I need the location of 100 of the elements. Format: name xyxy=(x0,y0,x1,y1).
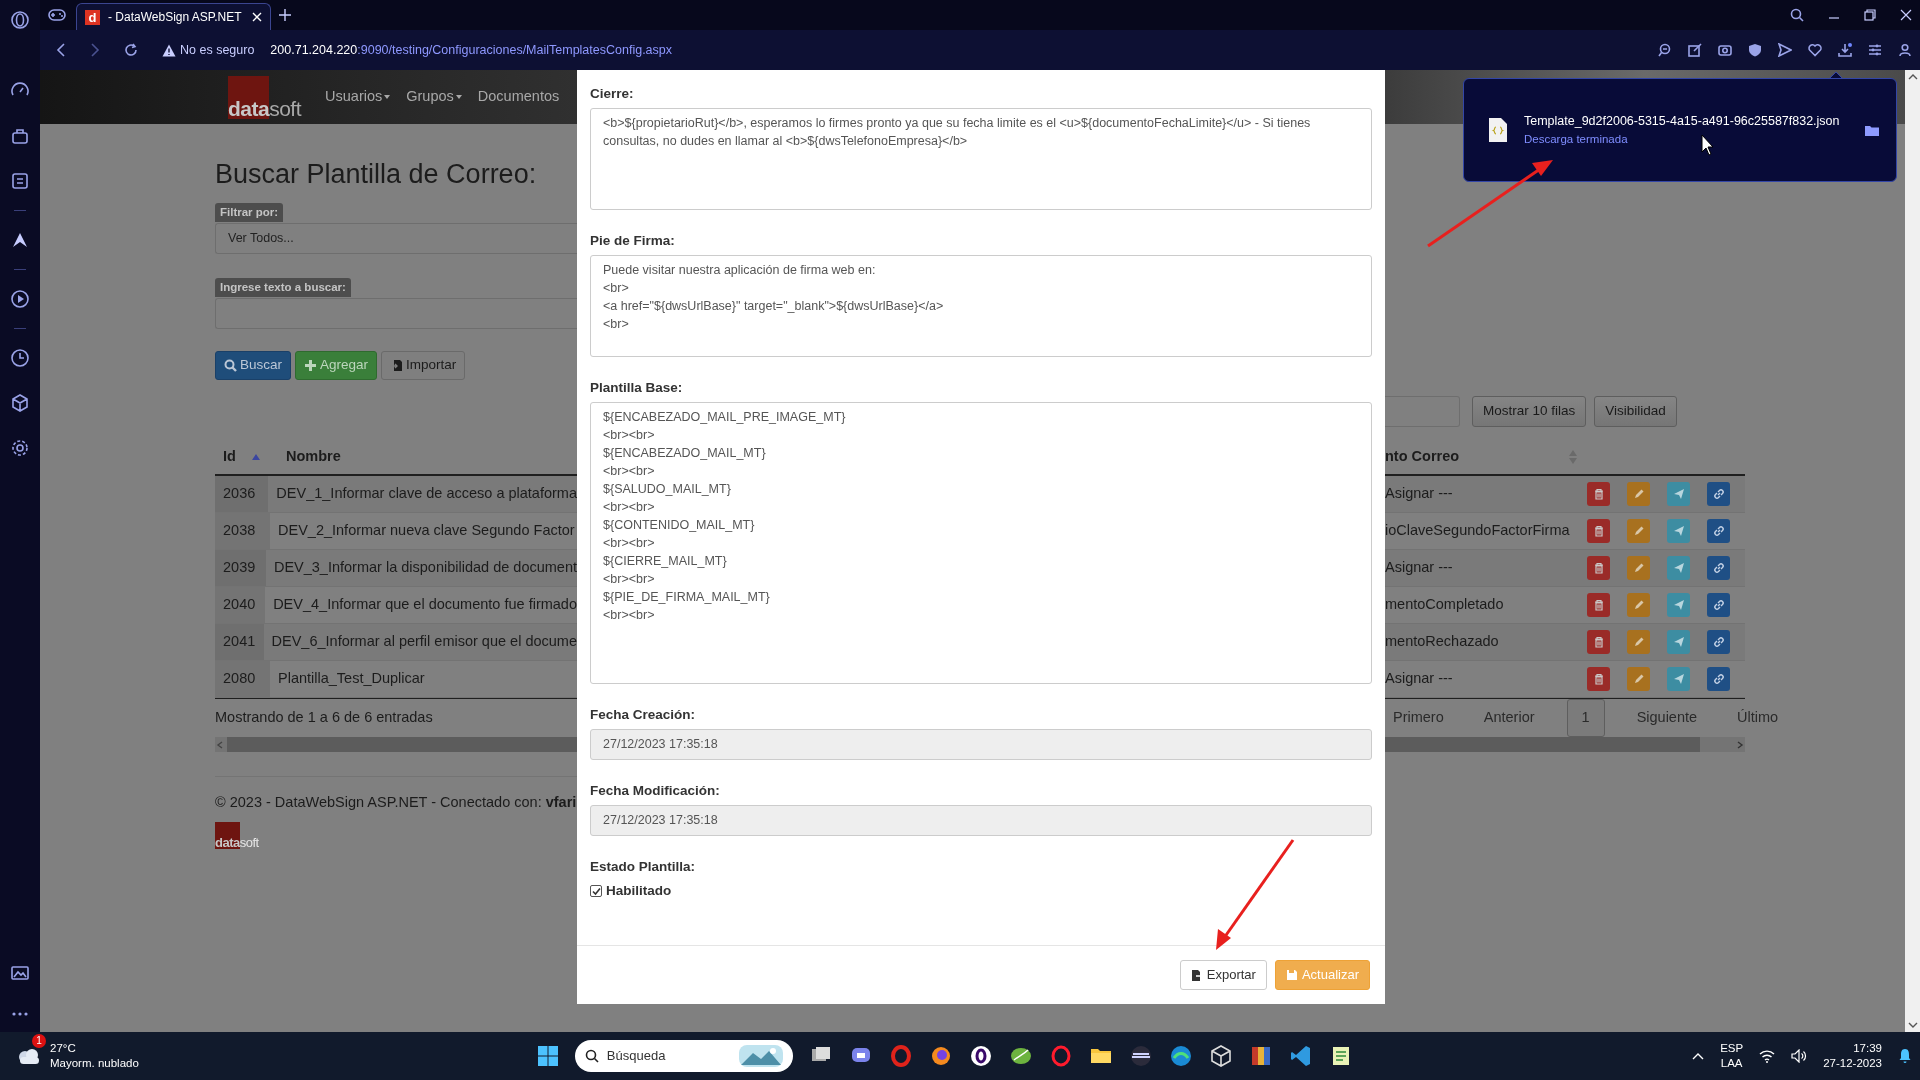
search-field[interactable] xyxy=(1385,396,1460,427)
temperature: 27°C xyxy=(50,1041,77,1056)
browser-tab[interactable]: d - DataWebSign ASP.NET xyxy=(76,3,271,30)
pencil-icon xyxy=(1632,488,1645,500)
vertical-scrollbar[interactable] xyxy=(1905,70,1920,1032)
column-header[interactable]: nto Correo xyxy=(1385,446,1460,468)
table-cell: Asignar --- xyxy=(1385,485,1453,502)
pencil-button[interactable] xyxy=(1627,519,1650,543)
import-button[interactable]: Importar xyxy=(381,351,466,380)
trash-button[interactable] xyxy=(1587,593,1610,617)
column-header[interactable]: Nombre xyxy=(286,446,341,468)
export-button[interactable]: Exportar xyxy=(1179,960,1267,990)
paper-plane-button[interactable] xyxy=(1667,556,1690,580)
link-button[interactable] xyxy=(1707,667,1730,691)
shield-icon[interactable] xyxy=(1748,43,1762,57)
trash-icon xyxy=(1592,673,1605,685)
trash-icon xyxy=(1592,562,1605,574)
speaker-icon[interactable] xyxy=(1791,1049,1808,1063)
filter-select[interactable]: Ver Todos... xyxy=(215,223,577,254)
plus-icon xyxy=(304,359,318,372)
pagination-link[interactable]: Último xyxy=(1729,707,1787,729)
checkbox-label[interactable]: Habilitado xyxy=(606,881,672,902)
trash-button[interactable] xyxy=(1587,519,1610,543)
table-tool-button[interactable]: Visibilidad xyxy=(1594,396,1677,427)
address-field[interactable]: 200.71.204.220:9090/testing/Configuraciones/MailTemplatesConfig.aspx xyxy=(270,40,672,60)
new-tab-icon[interactable] xyxy=(279,9,291,21)
clock[interactable]: 17:39 27-12-2023 xyxy=(1823,1041,1882,1071)
back-icon[interactable] xyxy=(56,43,66,57)
menu-item[interactable]: Documentos xyxy=(477,86,560,108)
horizontal-scrollbar[interactable] xyxy=(1385,737,1745,752)
heart-icon[interactable] xyxy=(1808,43,1822,57)
add-button[interactable]: Agregar xyxy=(295,351,378,380)
pagination-link[interactable]: Siguiente xyxy=(1628,707,1706,729)
menu-item[interactable]: Grupos xyxy=(406,86,462,108)
user-icon[interactable] xyxy=(1898,43,1912,57)
trash-button[interactable] xyxy=(1587,482,1610,506)
link-button[interactable] xyxy=(1707,556,1730,580)
language-indicator[interactable]: ESP LAA xyxy=(1720,1041,1744,1071)
checkbox[interactable] xyxy=(590,885,602,898)
trash-button[interactable] xyxy=(1587,556,1610,580)
pencil-button[interactable] xyxy=(1627,556,1650,580)
zoom-out-icon[interactable] xyxy=(1658,43,1672,57)
pagination-link[interactable]: 1 xyxy=(1566,699,1605,737)
paper-plane-button[interactable] xyxy=(1667,630,1690,654)
table-info: Mostrando de 1 a 6 de 6 entradas xyxy=(215,708,433,728)
paper-plane-button[interactable] xyxy=(1667,482,1690,506)
cube-icon[interactable] xyxy=(9,391,31,414)
column-header[interactable]: Id xyxy=(223,446,236,468)
send-icon[interactable] xyxy=(1778,43,1792,57)
file-name[interactable]: Template_9d2f2006-5315-4a15-a491-96c25587f832.json xyxy=(1524,112,1840,131)
download-icon[interactable] xyxy=(1838,43,1852,57)
link-icon xyxy=(1712,636,1725,648)
pagination-link[interactable]: Anterior xyxy=(1475,707,1543,729)
camera-icon[interactable] xyxy=(1718,43,1732,57)
chevron-up-icon[interactable] xyxy=(1692,1052,1705,1060)
bell-icon[interactable] xyxy=(1898,1048,1912,1064)
wave-icon[interactable] xyxy=(1168,1044,1193,1068)
pencil-button[interactable] xyxy=(1627,482,1650,506)
link-button[interactable] xyxy=(1707,519,1730,543)
paper-plane-button[interactable] xyxy=(1667,519,1690,543)
stripes-icon[interactable] xyxy=(1128,1044,1153,1068)
pencil-button[interactable] xyxy=(1627,667,1650,691)
pagination-link[interactable]: Primero xyxy=(1385,707,1452,729)
cube-icon[interactable] xyxy=(1208,1044,1233,1068)
windows-icon[interactable] xyxy=(536,1045,559,1067)
table-tool-button[interactable]: Mostrar 10 filas xyxy=(1472,396,1587,427)
trash-button[interactable] xyxy=(1587,667,1610,691)
ring-app-icon[interactable] xyxy=(968,1044,993,1068)
horizontal-scrollbar[interactable] xyxy=(215,737,577,752)
search-icon[interactable] xyxy=(1790,8,1804,22)
wifi-icon[interactable] xyxy=(1759,1049,1776,1063)
pencil-button[interactable] xyxy=(1627,630,1650,654)
link-button[interactable] xyxy=(1707,630,1730,654)
play-icon[interactable] xyxy=(9,287,31,310)
cloud-icon[interactable] xyxy=(16,1046,42,1066)
menu-item[interactable]: Usuarios xyxy=(325,86,391,108)
link-button[interactable] xyxy=(1707,593,1730,617)
search-field[interactable]: Búsqueda xyxy=(574,1040,793,1072)
table-cell: DEV_4_Informar que el documento fue firmado xyxy=(273,596,577,613)
text-area[interactable]: <b>${propietarioRut}</b>, esperamos lo firmes pronto ya que su fecha limite es el <u>${documentoFechaLimite}</u> - Si tienes consultas, no dudes en llamar al <b>${dwsTelefonoEmpresa}</b> xyxy=(590,108,1372,210)
paper-plane-button[interactable] xyxy=(1667,667,1690,691)
trash-button[interactable] xyxy=(1587,630,1610,654)
link-button[interactable] xyxy=(1707,482,1730,506)
sliders-icon[interactable] xyxy=(1868,43,1882,57)
code-editor-icon[interactable] xyxy=(1288,1044,1313,1068)
security-label[interactable]: No es seguro xyxy=(180,40,255,60)
table-cell: mentoRechazado xyxy=(1385,633,1499,650)
close-icon[interactable] xyxy=(1900,9,1912,21)
text-area[interactable]: Puede visitar nuestra aplicación de firma web en: <br> <a href="${dwsUrlBase}" target="_blank">${dwsUrlBase}</a> <br> xyxy=(590,255,1372,357)
restore-icon[interactable] xyxy=(1864,9,1876,21)
pencil-button[interactable] xyxy=(1627,593,1650,617)
search-button[interactable]: Buscar xyxy=(215,351,292,380)
clock-icon[interactable] xyxy=(9,346,31,369)
edit-icon[interactable] xyxy=(1688,43,1702,57)
gamepad-icon[interactable] xyxy=(48,8,66,22)
reload-icon[interactable] xyxy=(124,43,138,57)
paper-plane-button[interactable] xyxy=(1667,593,1690,617)
text-area[interactable]: ${ENCABEZADO_MAIL_PRE_IMAGE_MT} <br><br> ${ENCABEZADO_MAIL_MT} <br><br> ${SALUDO_MAIL_MT} <br><br> ${CONTENIDO_MAIL_MT} <br><br> ${CIERRE_MAIL_MT} <br><br> ${PIE_DE_FIRMA_MAIL_MT} <br><br> xyxy=(590,402,1372,684)
search-field[interactable] xyxy=(215,298,577,329)
json-file-icon xyxy=(1488,117,1508,143)
